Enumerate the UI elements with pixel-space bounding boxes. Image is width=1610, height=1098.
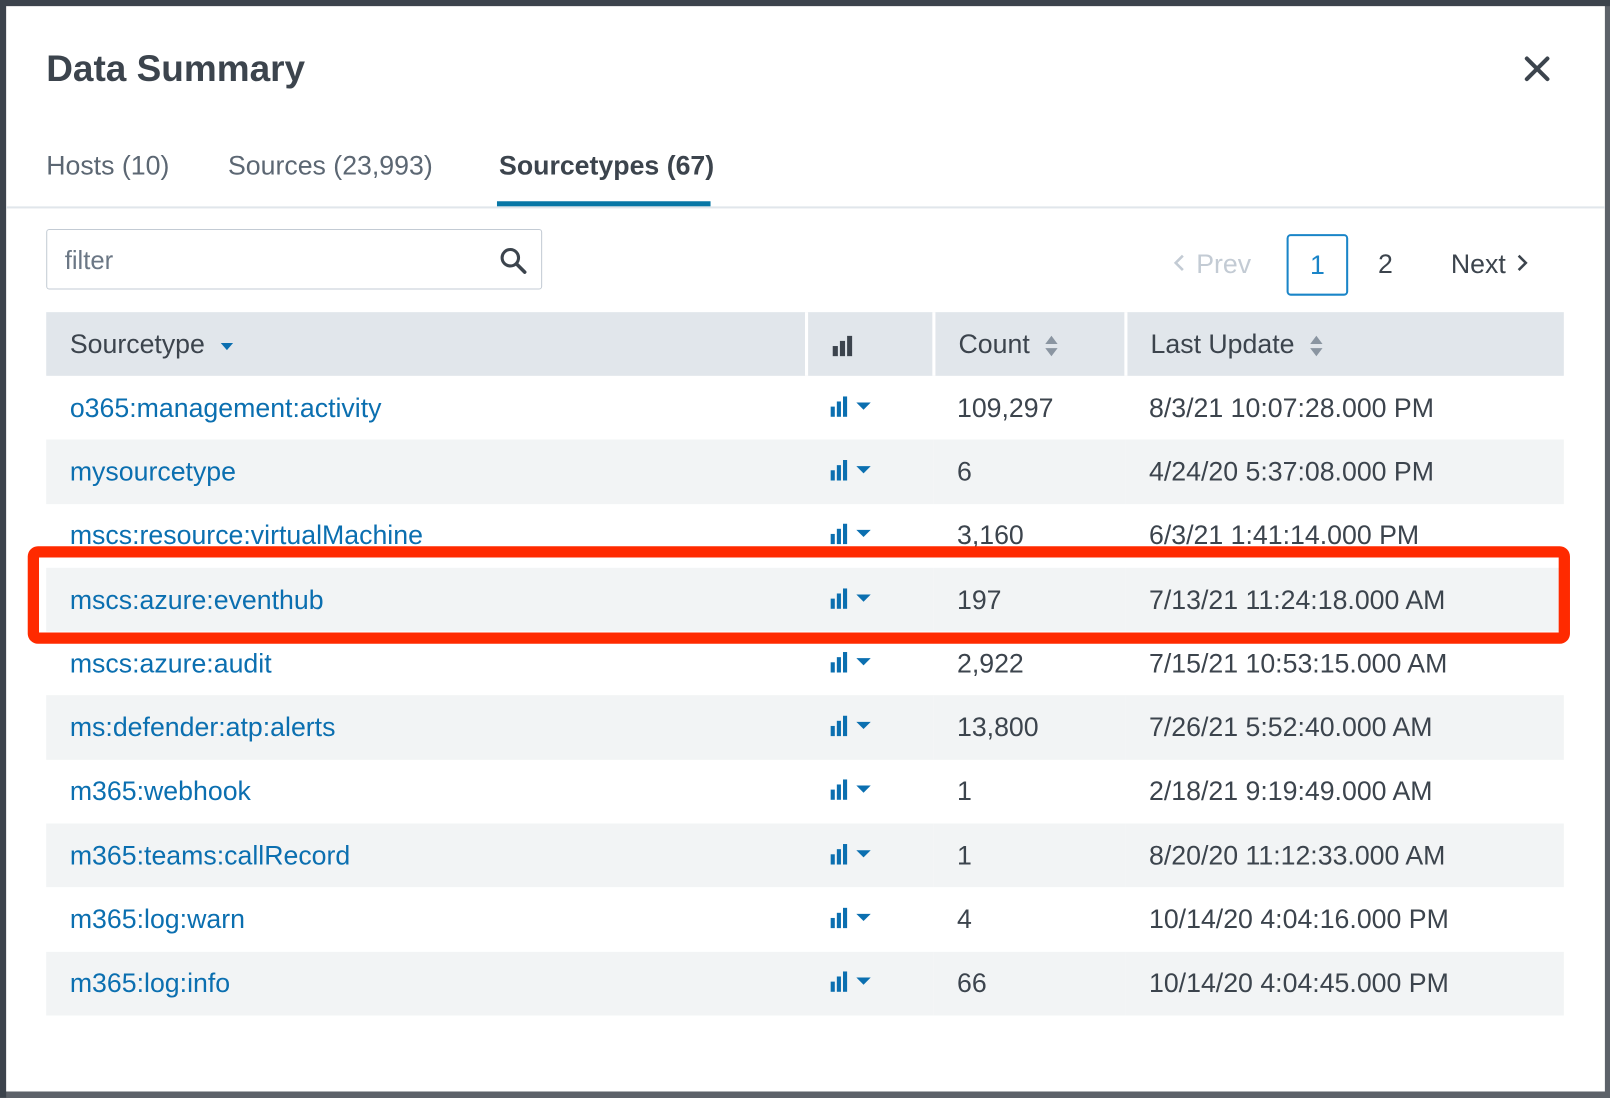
sourcetype-link[interactable]: mscs:azure:audit — [46, 632, 806, 696]
sourcetype-link[interactable]: mscs:resource:virtualMachine — [46, 504, 806, 568]
table-row: mscs:resource:virtualMachine 3,160 6/3/21 … — [46, 504, 1564, 568]
sourcetype-link[interactable]: ms:defender:atp:alerts — [46, 695, 807, 760]
last-update-cell: 7/13/21 11:24:18.000 AM — [1125, 567, 1564, 632]
bar-chart-dropdown-icon — [830, 843, 871, 865]
last-update-cell: 10/14/20 4:04:16.000 PM — [1148, 903, 1449, 935]
chart-menu-button[interactable] — [806, 760, 933, 824]
table-row: m365:log:info 66 10/14/20 4:04:45.000 PM — [46, 951, 1564, 1016]
sourcetype-link[interactable]: m365:log:warn — [46, 888, 806, 952]
column-label: Sourcetype — [69, 328, 205, 359]
chart-menu-button[interactable] — [806, 567, 934, 632]
data-summary-modal: Data Summary Hosts (10) Sources (23,993)… — [6, 6, 1605, 1092]
bar-chart-dropdown-icon — [830, 907, 871, 929]
table-row: mscs:azure:audit 2,922 7/15/21 10:53:15.00… — [46, 632, 1564, 696]
chart-menu-button[interactable] — [806, 823, 934, 888]
column-header-chart — [806, 312, 935, 376]
count-cell: 13,800 — [933, 695, 1126, 760]
count-cell: 2,922 — [956, 647, 1024, 679]
last-update-cell: 8/3/21 10:07:28.000 PM — [1148, 391, 1434, 423]
modal-title: Data Summary — [46, 47, 306, 90]
bar-chart-dropdown-icon — [830, 715, 871, 737]
table-row: o365:management:activity 109,297 8/3/21 10… — [46, 376, 1564, 440]
filter-box — [46, 228, 543, 290]
table-row: mscs:azure:eventhub 197 7/13/21 11:24:18.0… — [46, 567, 1564, 632]
chart-menu-button[interactable] — [806, 951, 934, 1016]
count-cell: 6 — [933, 439, 1126, 504]
chart-menu-button[interactable] — [806, 376, 933, 440]
count-cell: 197 — [933, 567, 1126, 632]
bar-chart-dropdown-icon — [830, 587, 871, 609]
table-row: mysourcetype 6 4/24/20 5:37:08.000 PM — [46, 439, 1564, 504]
sourcetype-link[interactable]: m365:teams:callRecord — [46, 823, 807, 888]
sort-icon — [1045, 335, 1058, 356]
last-update-cell: 2/18/21 9:19:49.000 AM — [1148, 775, 1433, 807]
next-label: Next — [1450, 248, 1506, 280]
column-header-count[interactable]: Count — [933, 312, 1127, 376]
table-row: m365:log:warn 4 10/14/20 4:04:16.000 PM — [46, 888, 1564, 952]
page-2-button[interactable]: 2 — [1378, 248, 1393, 280]
tab-hosts[interactable]: Hosts (10) — [46, 150, 169, 182]
sourcetypes-table: Sourcetype Count Last Update o365:manage… — [46, 312, 1564, 1016]
last-update-cell: 10/14/20 4:04:45.000 PM — [1125, 951, 1564, 1016]
sourcetype-link[interactable]: m365:webhook — [46, 760, 806, 824]
last-update-cell: 6/3/21 1:41:14.000 PM — [1148, 519, 1420, 551]
sort-icon — [1309, 335, 1323, 356]
bar-chart-dropdown-icon — [830, 523, 871, 545]
chevron-left-icon — [1173, 254, 1184, 271]
table-row: ms:defender:atp:alerts 13,800 7/26/21 5:52… — [46, 695, 1564, 760]
bar-chart-icon — [832, 335, 852, 356]
tab-sourcetypes[interactable]: Sourcetypes (67) — [499, 150, 714, 182]
last-update-cell: 4/24/20 5:37:08.000 PM — [1125, 439, 1564, 504]
column-header-last-update[interactable]: Last Update — [1125, 312, 1564, 376]
chart-menu-button[interactable] — [806, 632, 933, 696]
count-cell: 66 — [933, 951, 1126, 1016]
column-label: Last Update — [1150, 328, 1295, 359]
last-update-cell: 7/26/21 5:52:40.000 AM — [1125, 695, 1564, 760]
last-update-cell: 8/20/20 11:12:33.000 AM — [1125, 823, 1564, 888]
count-cell: 1 — [956, 775, 972, 807]
last-update-cell: 7/15/21 10:53:15.000 AM — [1148, 647, 1448, 679]
tab-sources[interactable]: Sources (23,993) — [228, 150, 433, 182]
table-header-row: Sourcetype Count Last Update — [46, 312, 1564, 376]
filter-input[interactable] — [62, 242, 478, 280]
sourcetype-link[interactable]: mysourcetype — [46, 439, 807, 504]
table-row: m365:teams:callRecord 1 8/20/20 11:12:33.0… — [46, 823, 1564, 888]
bar-chart-dropdown-icon — [830, 651, 871, 673]
prev-page-button[interactable]: Prev — [1172, 248, 1252, 280]
close-icon[interactable] — [1520, 51, 1555, 86]
sort-desc-icon — [220, 342, 233, 350]
column-header-sourcetype[interactable]: Sourcetype — [46, 312, 808, 376]
next-page-button[interactable]: Next — [1451, 248, 1531, 280]
bar-chart-dropdown-icon — [830, 779, 871, 801]
count-cell: 3,160 — [956, 519, 1024, 551]
page-1-button[interactable]: 1 — [1286, 234, 1349, 296]
search-icon[interactable] — [499, 246, 528, 275]
column-label: Count — [958, 328, 1030, 359]
chart-menu-button[interactable] — [806, 504, 933, 568]
table-row: m365:webhook 1 2/18/21 9:19:49.000 AM — [46, 760, 1564, 824]
sourcetype-link[interactable]: mscs:azure:eventhub — [46, 567, 807, 632]
bar-chart-dropdown-icon — [830, 395, 871, 417]
chart-menu-button[interactable] — [806, 439, 934, 504]
chart-menu-button[interactable] — [806, 695, 934, 760]
tabs-divider — [6, 206, 1605, 209]
count-cell: 109,297 — [956, 391, 1054, 423]
bar-chart-dropdown-icon — [830, 971, 871, 993]
count-cell: 1 — [933, 823, 1126, 888]
chart-menu-button[interactable] — [806, 888, 933, 952]
bar-chart-dropdown-icon — [830, 459, 871, 481]
sourcetype-link[interactable]: m365:log:info — [46, 951, 807, 1016]
count-cell: 4 — [956, 903, 972, 935]
prev-label: Prev — [1196, 248, 1252, 280]
sourcetype-link[interactable]: o365:management:activity — [46, 376, 806, 440]
chevron-right-icon — [1518, 254, 1529, 271]
